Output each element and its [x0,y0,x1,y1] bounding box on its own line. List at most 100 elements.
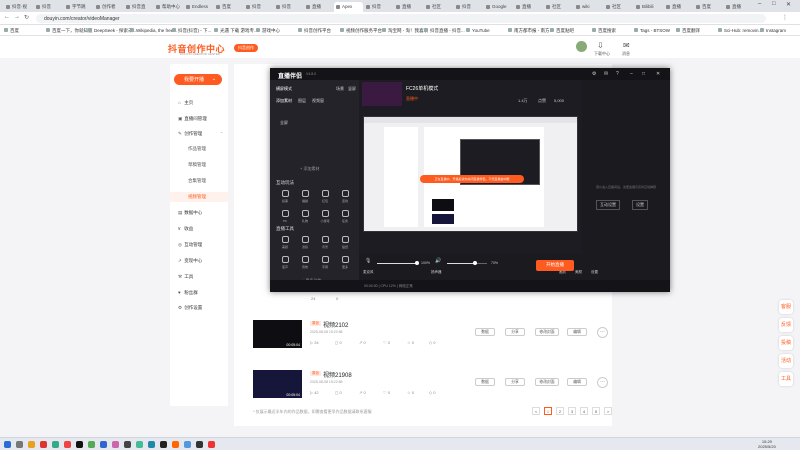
download-icon[interactable]: ⇩ [597,41,604,50]
interact-tool[interactable]: 礼物 [296,210,314,223]
overlay-message-icon[interactable]: ✉ [604,71,608,77]
app-icon[interactable] [172,441,179,448]
bookmark-item[interactable]: Tags - BTSOW [634,28,670,33]
go-live-button[interactable]: 我要开播 ⌄ [174,74,222,85]
speaker-volume-slider[interactable] [447,261,487,265]
interact-tool[interactable]: 连线 [336,190,354,203]
url-input[interactable]: douyin.com/creator/videoManager [36,14,766,23]
add-source-button[interactable]: + 添加素材 [300,166,319,172]
overlay-help-icon[interactable]: ? [616,71,619,77]
app-icon[interactable] [208,441,215,448]
floating-action[interactable]: 工具 [779,372,793,386]
interact-tool[interactable]: 福袋 [296,190,314,203]
interact-tool[interactable]: 任务 [336,210,354,223]
browser-tab[interactable]: 抖音 [364,2,393,12]
sidebar-item-home[interactable]: ⌂ 主页 [178,100,193,106]
settings-button[interactable]: 设置 [591,270,598,275]
data-button[interactable]: 数据 [475,378,495,386]
bookmark-item[interactable]: 百度翻译 [676,28,700,34]
browser-tab[interactable]: 抖音直 [124,2,153,12]
browser-tab[interactable]: 创作者 [94,2,123,12]
video-title[interactable]: 视频2102 [323,320,348,329]
start-live-button[interactable]: 开始直播 [536,260,574,271]
browser-tab[interactable]: wiki [574,2,603,12]
browser-tab[interactable]: 字节跳 [64,2,93,12]
live-tool[interactable]: 背景 [316,236,334,249]
sidebar-item-revenue[interactable]: ¥ 收益 [178,226,193,232]
more-icon[interactable]: … [597,377,608,388]
download-center-label[interactable]: 下载中心 [594,51,610,57]
chrome-icon[interactable] [52,441,59,448]
bookmark-item[interactable]: 抖音直播 - 抖音... [424,28,465,34]
interact-tool[interactable]: 投票 [276,190,294,203]
sidebar-item-fans[interactable]: ♥ 粉丝群 [178,290,198,296]
overlay-settings-icon[interactable]: ⚙ [592,71,596,77]
sidebar-item-settings[interactable]: ⚙ 创作设置 [178,305,202,311]
app-icon[interactable] [100,441,107,448]
bookmark-item[interactable]: Wikipedia, the free... [130,28,177,33]
browser-tab[interactable]: 直播 [394,2,423,12]
app-icon[interactable] [124,441,131,448]
page-button[interactable]: < [532,407,540,415]
taskbar-clock[interactable]: 15:29 2025/5/20 [758,439,776,449]
interact-tool[interactable]: PK [276,210,294,223]
browser-tab[interactable]: 抖音 [244,2,273,12]
back-icon[interactable]: ← [4,14,10,20]
interact-tool[interactable]: 红包 [316,190,334,203]
speaker-icon[interactable]: 🔊 [435,258,441,264]
bookmark-item[interactable]: 百度一下，你就知道 [46,28,93,34]
page-button[interactable]: 4 [580,407,588,415]
chat-settings-button[interactable]: 设置 [632,200,648,210]
floating-action[interactable]: 投稿 [779,336,793,350]
browser-tab[interactable]: 百度 [214,2,243,12]
forward-icon[interactable]: → [14,14,20,20]
maximize-icon[interactable]: □ [772,1,776,7]
share-button[interactable]: 分享 [505,328,525,336]
live-tool[interactable]: 变声 [276,256,294,269]
interact-tool[interactable]: 小游戏 [316,210,334,223]
search-icon[interactable] [16,441,23,448]
page-button[interactable]: 2 [556,407,564,415]
browser-tab[interactable]: 抖音·视 [4,2,33,12]
page-button[interactable]: 5 [592,407,600,415]
table-row[interactable]: 00:05:04 原创 视频2102 2025-08-08 15:22:58 ▷… [253,320,608,356]
floating-action[interactable]: 客服 [779,300,793,314]
browser-tab[interactable]: Bilibili [634,2,663,12]
bookmark-item[interactable]: YouTube [466,28,490,33]
bookmark-item[interactable]: 百度贴吧 [550,28,574,34]
browser-tab[interactable]: 百度 [694,2,723,12]
scene-mode-select[interactable]: 横屏模式 [276,86,292,92]
bookmark-item[interactable]: 视频创作服务平台 [340,28,382,34]
app-icon[interactable] [76,441,83,448]
live-tool[interactable]: 字幕 [316,256,334,269]
video-thumbnail[interactable]: 00:05:04 [253,320,302,348]
stream-preview[interactable]: 正在直播中，开播后请勿关闭直播伴侣，不然直播会中断 [363,116,578,232]
bookmark-item[interactable]: Sci-Hub: removin... [718,28,762,33]
tab-layers[interactable]: 图层 [298,98,306,104]
data-button[interactable]: 数据 [475,328,495,336]
bookmark-item[interactable]: 百度 [4,28,19,34]
interact-settings-button[interactable]: 互动设置 [596,200,620,210]
edit-cover-button[interactable]: 修改封面 [535,328,559,336]
sidebar-sub-videos[interactable]: 视频管理 [170,192,228,202]
browser-menu-icon[interactable]: ⋮ [782,14,788,21]
sidebar-item-content[interactable]: ✎ 创作管理 [178,131,202,137]
live-tool[interactable]: 贴纸 [336,236,354,249]
sidebar-item-live-room[interactable]: ▣ 直播间管理 [178,116,207,122]
start-menu-icon[interactable] [4,441,11,448]
edit-button[interactable]: 编辑 [567,328,587,336]
sidebar-item-tools[interactable]: ⚒ 工具 [178,274,193,280]
browser-tab[interactable]: 社区 [544,2,573,12]
bookmark-item[interactable]: 光遇 下载 游戏专... [214,28,258,34]
app-icon[interactable] [40,441,47,448]
stream-title[interactable]: FC26单机模式 [406,85,438,92]
more-icon[interactable]: … [597,327,608,338]
edit-cover-button[interactable]: 修改封面 [535,378,559,386]
minimize-icon[interactable]: – [758,1,761,7]
page-button[interactable]: > [604,407,612,415]
video-thumbnail[interactable]: 00:05:04 [253,370,302,398]
avatar[interactable] [576,41,587,52]
edit-button[interactable]: 编辑 [567,378,587,386]
app-icon[interactable] [88,441,95,448]
tab-vertical[interactable]: 竖屏 [348,86,356,92]
